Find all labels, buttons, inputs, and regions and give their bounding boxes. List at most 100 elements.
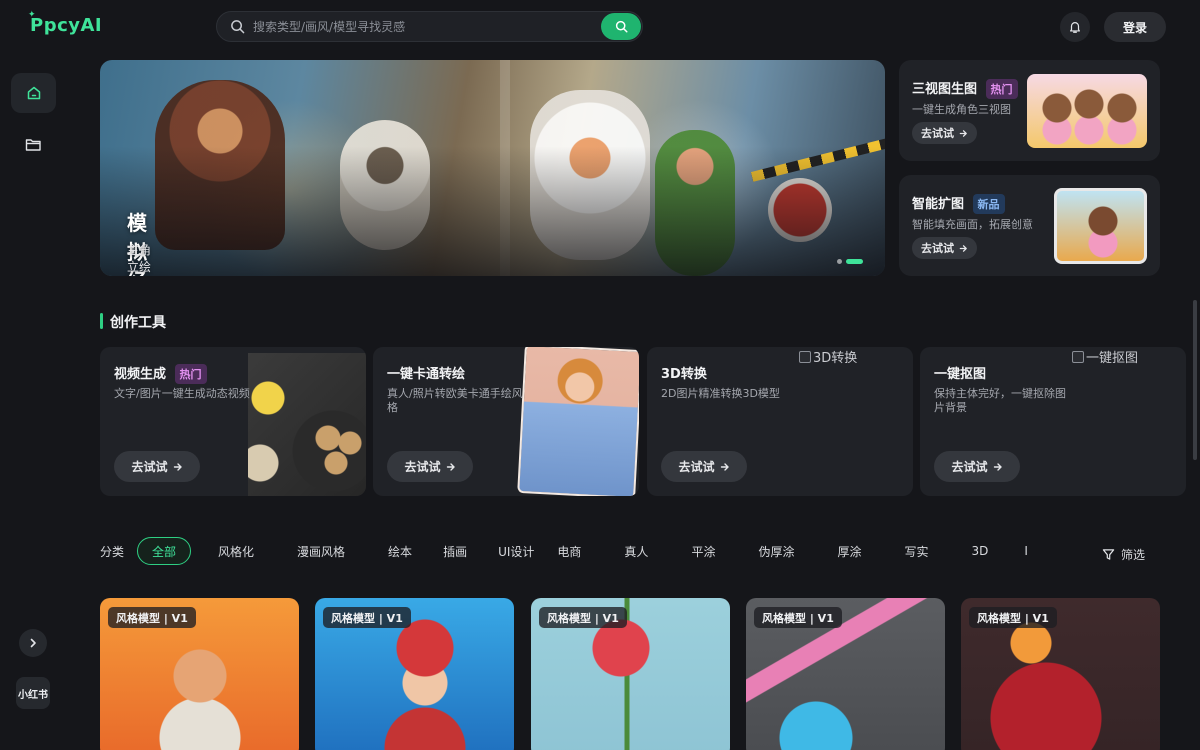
carousel-dot-active[interactable] <box>846 259 863 264</box>
tool-card-desc: 保持主体完好，一键抠除图片背景 <box>934 387 1066 414</box>
arrow-right-icon <box>959 129 967 137</box>
model-card[interactable]: 风格模型 | V1 <box>531 598 730 750</box>
xiaohongshu-link[interactable]: 小红书 <box>16 677 50 709</box>
category-tab[interactable]: 伪厚涂 <box>758 537 794 565</box>
category-tab[interactable]: UI设计 <box>498 537 534 565</box>
feature-card-smart-expand[interactable]: 智能扩图 新品 智能填充画面，拓展创意 去试试 <box>899 175 1160 276</box>
carousel-dot[interactable] <box>837 259 842 264</box>
try-button[interactable]: 去试试 <box>912 122 977 144</box>
category-tab[interactable]: I <box>1024 537 1028 565</box>
tool-card-title: 3D转换 <box>661 367 707 382</box>
search-button[interactable] <box>601 13 641 40</box>
sidebar-item-folder[interactable] <box>11 124 56 164</box>
category-tab[interactable]: 3D <box>972 537 989 565</box>
hero-banner[interactable]: 模拟经营游戏角色设定 主角立绘一键生成：造型、配色、表情同步出，多方案直观对比 <box>100 60 885 276</box>
search-bar <box>216 11 643 42</box>
broken-image-alt: 一键抠图 <box>1086 351 1139 366</box>
tool-card-cutout[interactable]: 一键抠图 一键抠图 保持主体完好，一键抠除图片背景 去试试 <box>920 347 1186 496</box>
filter-button[interactable]: 筛选 <box>1102 546 1145 563</box>
new-badge: 新品 <box>972 194 1005 214</box>
broken-image: 3D转换 <box>799 347 857 366</box>
search-icon <box>615 20 628 33</box>
login-button[interactable]: 登录 <box>1104 12 1166 42</box>
try-button[interactable]: 去试试 <box>387 451 473 482</box>
category-tab[interactable]: 真人 <box>624 537 648 565</box>
model-card[interactable]: 风格模型 | V1 <box>961 598 1160 750</box>
category-tab[interactable]: 写实 <box>904 537 928 565</box>
feature-card-desc: 智能填充画面，拓展创意 <box>912 218 1033 231</box>
tool-card-3d[interactable]: 3D转换 3D转换 2D图片精准转换3D模型 去试试 <box>647 347 913 496</box>
try-button-label: 去试试 <box>921 127 954 140</box>
filter-label: 筛选 <box>1121 548 1146 562</box>
broken-image-alt: 3D转换 <box>813 351 858 366</box>
tool-card-title: 一键抠图 <box>934 367 987 382</box>
try-button-label: 去试试 <box>404 460 441 474</box>
section-accent-bar <box>100 313 103 329</box>
home-icon <box>27 86 40 100</box>
category-tab[interactable]: 插画 <box>443 537 467 565</box>
category-tab[interactable]: 电商 <box>557 537 581 565</box>
feature-card-thumbnail <box>1054 188 1147 264</box>
model-tag: 风格模型 | V1 <box>754 607 842 628</box>
broken-image-icon <box>799 350 811 363</box>
model-card[interactable]: 风格模型 | V1 <box>746 598 945 750</box>
brand-logo[interactable]: ✦ PpcyAI <box>28 10 103 36</box>
try-button-label: 去试试 <box>951 460 988 474</box>
try-button[interactable]: 去试试 <box>934 451 1020 482</box>
arrow-right-icon <box>446 462 455 471</box>
hot-badge: 热门 <box>174 364 207 384</box>
feature-card-title: 智能扩图 新品 <box>912 193 1005 214</box>
feature-card-three-view[interactable]: 三视图生图 热门 一键生成角色三视图 去试试 <box>899 60 1160 161</box>
broken-image: 一键抠图 <box>1072 347 1138 366</box>
tool-card-video[interactable]: 视频生成 热门 文字/图片一键生成动态视频 去试试 <box>100 347 366 496</box>
search-input[interactable] <box>253 16 593 38</box>
notification-button[interactable] <box>1060 12 1090 42</box>
search-icon <box>230 19 245 38</box>
tool-card-desc: 2D图片精准转换3D模型 <box>661 387 780 400</box>
brand-logo-text: PpcyAI <box>30 15 103 36</box>
arrow-right-icon <box>993 462 1002 471</box>
tool-card-desc: 真人/照片转欧美卡通手绘风格 <box>387 387 523 414</box>
tool-card-title: 一键卡通转绘 <box>387 367 466 382</box>
tool-card-image <box>517 347 639 496</box>
feature-card-title: 三视图生图 热门 <box>912 78 1018 99</box>
arrow-right-icon <box>173 462 182 471</box>
category-tab[interactable]: 厚涂 <box>837 537 861 565</box>
category-tab[interactable]: 绘本 <box>388 537 412 565</box>
folder-icon <box>25 138 41 151</box>
model-card[interactable]: 风格模型 | V1 <box>315 598 514 750</box>
filter-icon <box>1102 549 1115 560</box>
arrow-right-icon <box>959 244 967 252</box>
arrow-right-icon <box>720 462 729 471</box>
feature-card-thumbnail <box>1027 74 1147 148</box>
chevron-right-icon <box>30 638 36 648</box>
hot-badge: 热门 <box>985 79 1018 99</box>
model-tag: 风格模型 | V1 <box>539 607 627 628</box>
try-button-label: 去试试 <box>921 242 954 255</box>
sidebar-expand-button[interactable] <box>19 629 47 657</box>
tool-card-desc: 文字/图片一键生成动态视频 <box>114 387 250 400</box>
try-button[interactable]: 去试试 <box>661 451 747 482</box>
try-button-label: 去试试 <box>678 460 715 474</box>
try-button-label: 去试试 <box>131 460 168 474</box>
page-scrollbar[interactable] <box>1193 300 1197 460</box>
try-button[interactable]: 去试试 <box>114 451 200 482</box>
tool-card-title-text: 视频生成 <box>114 367 167 382</box>
tool-card-cartoon[interactable]: 一键卡通转绘 真人/照片转欧美卡通手绘风格 去试试 <box>373 347 639 496</box>
category-tabs: 全部 风格化 漫画风格 绘本 插画 UI设计 电商 真人 平涂 伪厚涂 厚涂 写… <box>137 537 1028 565</box>
model-card[interactable]: 风格模型 | V1 <box>100 598 299 750</box>
bell-icon <box>1070 22 1080 33</box>
hero-shade <box>100 60 885 276</box>
category-tab[interactable]: 平涂 <box>691 537 715 565</box>
feature-card-title-text: 三视图生图 <box>912 82 978 97</box>
section-title: 创作工具 <box>110 315 166 331</box>
category-tab[interactable]: 风格化 <box>218 537 254 565</box>
carousel-indicator <box>837 259 863 264</box>
try-button[interactable]: 去试试 <box>912 237 977 259</box>
category-tab[interactable]: 漫画风格 <box>297 537 345 565</box>
model-tag: 风格模型 | V1 <box>323 607 411 628</box>
sidebar-item-home[interactable] <box>11 73 56 113</box>
category-tab-all[interactable]: 全部 <box>137 537 192 565</box>
tool-card-title: 视频生成 热门 <box>114 363 207 384</box>
broken-image-icon <box>1072 350 1084 363</box>
